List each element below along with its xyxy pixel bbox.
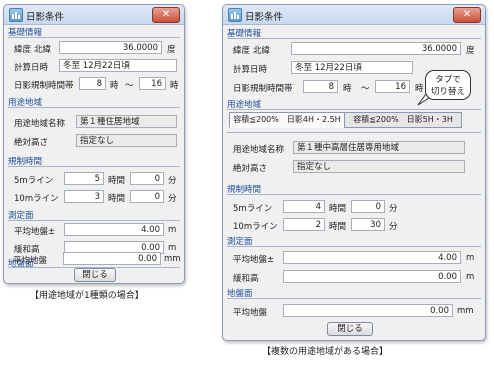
window-title: 日影条件 xyxy=(245,12,284,23)
ground-avg-field[interactable]: 0.00 xyxy=(63,252,161,265)
latitude-label: 緯度 xyxy=(233,46,251,56)
divider xyxy=(227,194,481,195)
ground-avg-unit: mm xyxy=(457,306,474,316)
hour-to-field[interactable]: 16 xyxy=(139,77,166,90)
line5m-label: 5mライン xyxy=(14,176,54,186)
divider xyxy=(8,220,180,221)
zone-name-field: 第１種中高層住居専用地域 xyxy=(293,141,465,154)
close-button[interactable]: 閉じる xyxy=(327,322,373,336)
measure-avg-unit: m xyxy=(466,253,475,263)
latitude-field[interactable]: 36.0000 xyxy=(291,42,461,55)
line5m-minutes-field[interactable]: 0 xyxy=(351,200,385,213)
calc-date-field[interactable]: 冬至 12月22日頃 xyxy=(291,61,413,74)
dialog-multi-zone: 日影条件 ✕ 基礎情報 緯度 北緯 36.0000 度 計算日時 冬至 12月2… xyxy=(222,4,486,341)
hour-from-field[interactable]: 8 xyxy=(303,80,338,93)
hours-label: 日影規制時間帯 xyxy=(14,81,74,91)
measure-ease-field[interactable]: 0.00 xyxy=(283,270,461,283)
line5m-minutes-field[interactable]: 0 xyxy=(130,172,164,185)
ground-avg-label: 平均地盤 xyxy=(233,308,268,318)
measure-avg-label: 平均地盤± xyxy=(233,255,275,265)
close-icon[interactable]: ✕ xyxy=(453,7,481,23)
measure-avg-label: 平均地盤± xyxy=(14,227,56,237)
north-label: 北緯 xyxy=(34,45,52,55)
north-label: 北緯 xyxy=(253,46,271,56)
callout-line-2: 切り替え xyxy=(430,87,465,97)
line10m-hours-unit: 時間 xyxy=(329,222,347,232)
ground-avg-field[interactable]: 0.00 xyxy=(283,304,453,317)
abs-height-label: 絶対高さ xyxy=(14,138,49,148)
tab-zone-2[interactable]: 容積≦200% 日影5H・3H xyxy=(344,112,462,128)
divider xyxy=(8,166,180,167)
app-icon xyxy=(9,8,23,22)
line10m-minutes-field[interactable]: 30 xyxy=(351,218,385,231)
hour-to-unit: 時 xyxy=(170,81,179,91)
hours-label: 日影規制時間帯 xyxy=(233,84,293,94)
abs-height-field: 指定なし xyxy=(76,134,177,147)
line5m-minutes-unit: 分 xyxy=(168,176,177,186)
line5m-hours-unit: 時間 xyxy=(329,204,347,214)
tilde-label: ～ xyxy=(361,84,370,94)
close-icon[interactable]: ✕ xyxy=(152,7,180,23)
line10m-hours-field[interactable]: 3 xyxy=(64,190,104,203)
divider xyxy=(227,298,481,299)
caption-multi: 【複数の用途地域がある場合】 xyxy=(262,347,389,357)
latitude-label: 緯度 xyxy=(14,45,32,55)
hour-to-field[interactable]: 16 xyxy=(375,80,410,93)
tab-panel-border xyxy=(227,132,481,133)
line10m-minutes-unit: 分 xyxy=(168,194,177,204)
line5m-label: 5mライン xyxy=(233,204,273,214)
app-icon xyxy=(228,8,242,22)
ground-avg-label: 平均地盤 xyxy=(13,256,48,266)
calc-date-label: 計算日時 xyxy=(233,65,268,75)
measure-avg-unit: m xyxy=(168,225,177,235)
dialog-single-zone: 日影条件 ✕ 基礎情報 緯度 北緯 36.0000 度 計算日時 冬至 12月2… xyxy=(3,4,185,284)
line5m-hours-field[interactable]: 4 xyxy=(283,200,325,213)
callout-line-1: タブで xyxy=(435,75,461,85)
ground-avg-unit: mm xyxy=(164,254,181,264)
zone-name-field: 第１種住居地域 xyxy=(76,115,177,128)
hour-from-unit: 時 xyxy=(343,84,352,94)
divider xyxy=(8,37,180,38)
line5m-hours-unit: 時間 xyxy=(108,176,126,186)
line5m-minutes-unit: 分 xyxy=(389,204,398,214)
calc-date-field[interactable]: 冬至 12月22日頃 xyxy=(59,59,177,72)
divider xyxy=(227,246,481,247)
latitude-unit: 度 xyxy=(466,46,475,56)
tilde-label: ～ xyxy=(125,81,134,91)
title-bar[interactable]: 日影条件 ✕ xyxy=(4,5,184,25)
measure-avg-field[interactable]: 4.00 xyxy=(64,223,164,236)
line10m-minutes-unit: 分 xyxy=(389,222,398,232)
close-button[interactable]: 閉じる xyxy=(74,268,116,282)
line5m-hours-field[interactable]: 5 xyxy=(64,172,104,185)
measure-ease-unit: m xyxy=(466,272,475,282)
abs-height-field: 指定なし xyxy=(293,160,465,173)
hour-from-unit: 時 xyxy=(110,81,119,91)
zone-name-label: 用途地域名称 xyxy=(14,119,66,129)
latitude-unit: 度 xyxy=(167,45,176,55)
calc-date-label: 計算日時 xyxy=(14,63,49,73)
measure-ease-unit: m xyxy=(168,243,177,253)
title-bar[interactable]: 日影条件 ✕ xyxy=(223,5,485,25)
window-title: 日影条件 xyxy=(26,12,65,23)
divider xyxy=(227,38,481,39)
measure-ease-label: 緩和高 xyxy=(233,274,259,284)
line10m-label: 10mライン xyxy=(14,194,59,204)
line10m-minutes-field[interactable]: 0 xyxy=(130,190,164,203)
latitude-field[interactable]: 36.0000 xyxy=(59,41,162,54)
measure-avg-field[interactable]: 4.00 xyxy=(283,251,461,264)
hour-from-field[interactable]: 8 xyxy=(79,77,106,90)
line10m-hours-unit: 時間 xyxy=(108,194,126,204)
callout-tab-switch: タブで 切り替え xyxy=(425,70,471,100)
zone-name-label: 用途地域名称 xyxy=(233,145,285,155)
line10m-hours-field[interactable]: 2 xyxy=(283,218,325,231)
caption-single: 【用途地域が1種類の場合】 xyxy=(30,291,144,301)
abs-height-label: 絶対高さ xyxy=(233,164,268,174)
line10m-label: 10mライン xyxy=(233,222,278,232)
divider xyxy=(8,107,180,108)
divider xyxy=(227,109,481,110)
tab-zone-1[interactable]: 容積≦200% 日影4H・2.5H xyxy=(229,112,345,128)
